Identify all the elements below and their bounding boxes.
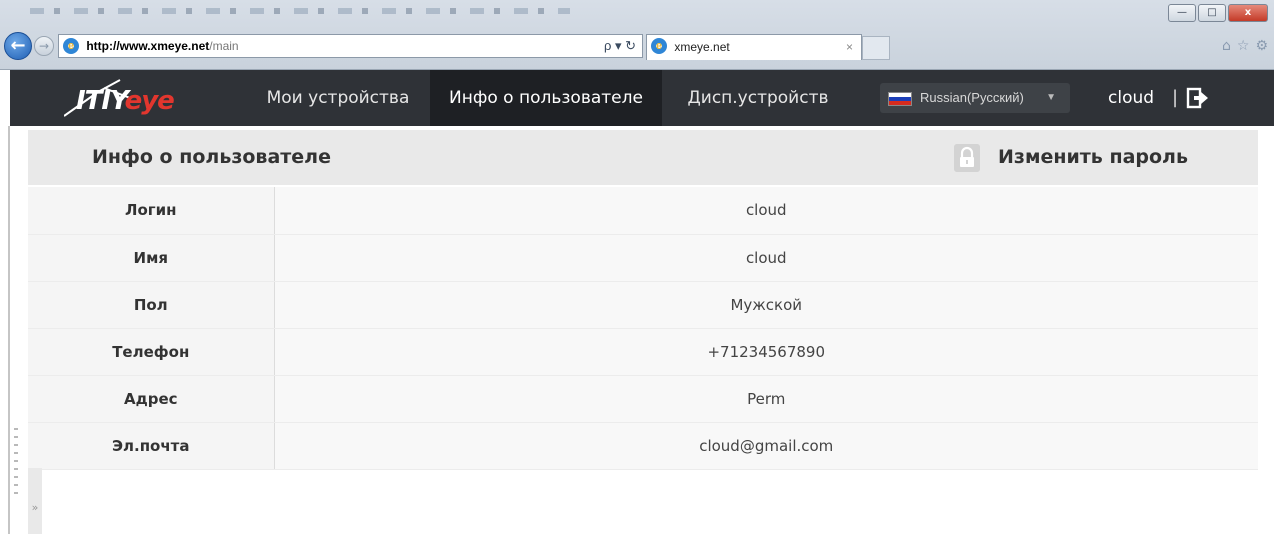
close-window-button[interactable]: x [1228,4,1268,22]
field-value-email: cloud@gmail.com [274,422,1258,470]
field-label-address: Адрес [28,375,275,423]
logo-text-part2: eye [124,86,175,116]
nav-separator: | [1172,87,1179,108]
username[interactable]: cloud [1108,70,1154,126]
minimize-button[interactable]: — [1168,4,1196,22]
nav-user-info[interactable]: Инфо о пользователе [430,70,662,126]
table-row: Адрес Perm [28,375,1258,423]
panel-header: Инфо о пользователе Изменить пароль [28,130,1258,185]
language-select[interactable]: Russian(Русский) ▼ [880,83,1070,113]
home-icon[interactable]: ⌂ [1222,38,1231,54]
star-icon[interactable]: ☆ [1237,38,1250,54]
language-label: Russian(Русский) [920,90,1024,105]
browser-tab[interactable]: e xmeye.net × [646,34,862,60]
page-left-border [8,126,10,534]
field-label-gender: Пол [28,281,275,329]
forward-arrow-icon[interactable]: → [34,36,54,56]
caret-down-icon: ▼ [1046,92,1056,103]
field-value-login: cloud [274,187,1258,235]
lock-icon[interactable] [954,144,980,172]
window-controls: — □ x [1168,4,1268,22]
page-title: Инфо о пользователе [92,146,331,168]
expand-sidebar-icon[interactable]: » [28,468,42,534]
address-url: http://www.xmeye.net/main [86,35,238,57]
address-bar[interactable]: e http://www.xmeye.net/main ρ ▾ ↻ [58,34,643,58]
table-row: Эл.почта cloud@gmail.com [28,422,1258,470]
ie-icon: e [63,38,79,54]
search-icon[interactable]: ρ [604,38,611,53]
field-label-login: Логин [28,187,275,235]
table-row: Телефон +71234567890 [28,328,1258,376]
back-arrow-icon[interactable]: ← [4,32,32,60]
gear-icon[interactable]: ⚙ [1255,38,1268,54]
site-logo[interactable]: ITIYeye [62,76,212,120]
titlebar-decoration [30,8,570,14]
table-row: Пол Мужской [28,281,1258,329]
field-label-name: Имя [28,234,275,282]
table-row: Логин cloud [28,187,1258,235]
logo-text: ITIYeye [76,86,175,116]
field-value-phone: +71234567890 [274,328,1258,376]
refresh-icon[interactable]: ↻ [625,38,636,53]
url-domain: http://www.xmeye.net [86,39,210,53]
address-tools: ρ ▾ ↻ [603,38,636,53]
change-password-link[interactable]: Изменить пароль [998,130,1188,185]
field-label-phone: Телефон [28,328,275,376]
table-row: Имя cloud [28,234,1258,282]
tab-close-icon[interactable]: × [846,35,853,59]
field-label-email: Эл.почта [28,422,275,470]
field-value-name: cloud [274,234,1258,282]
maximize-button[interactable]: □ [1198,4,1226,22]
user-info-table: Логин cloud Имя cloud Пол Мужской Телефо… [28,187,1258,470]
logo-text-part1: ITIY [76,86,126,116]
flag-icon [888,92,912,106]
site-navbar: ITIYeye Мои устройства Инфо о пользовате… [10,70,1274,126]
field-value-gender: Мужской [274,281,1258,329]
new-tab-button[interactable] [862,36,890,60]
logout-icon[interactable] [1186,87,1208,109]
nav-my-devices[interactable]: Мои устройства [252,70,424,126]
browser-toolbar-icons: ⌂ ☆ ⚙ [1222,38,1268,54]
resize-grip[interactable] [14,428,18,498]
field-value-address: Perm [274,375,1258,423]
browser-chrome: — □ x ← → e http://www.xmeye.net/main ρ … [0,0,1274,70]
nav-device-dispatch[interactable]: Дисп.устройств [668,70,848,126]
tab-title: xmeye.net [674,40,730,54]
url-path: /main [209,39,239,53]
tab-ie-icon: e [651,38,667,54]
